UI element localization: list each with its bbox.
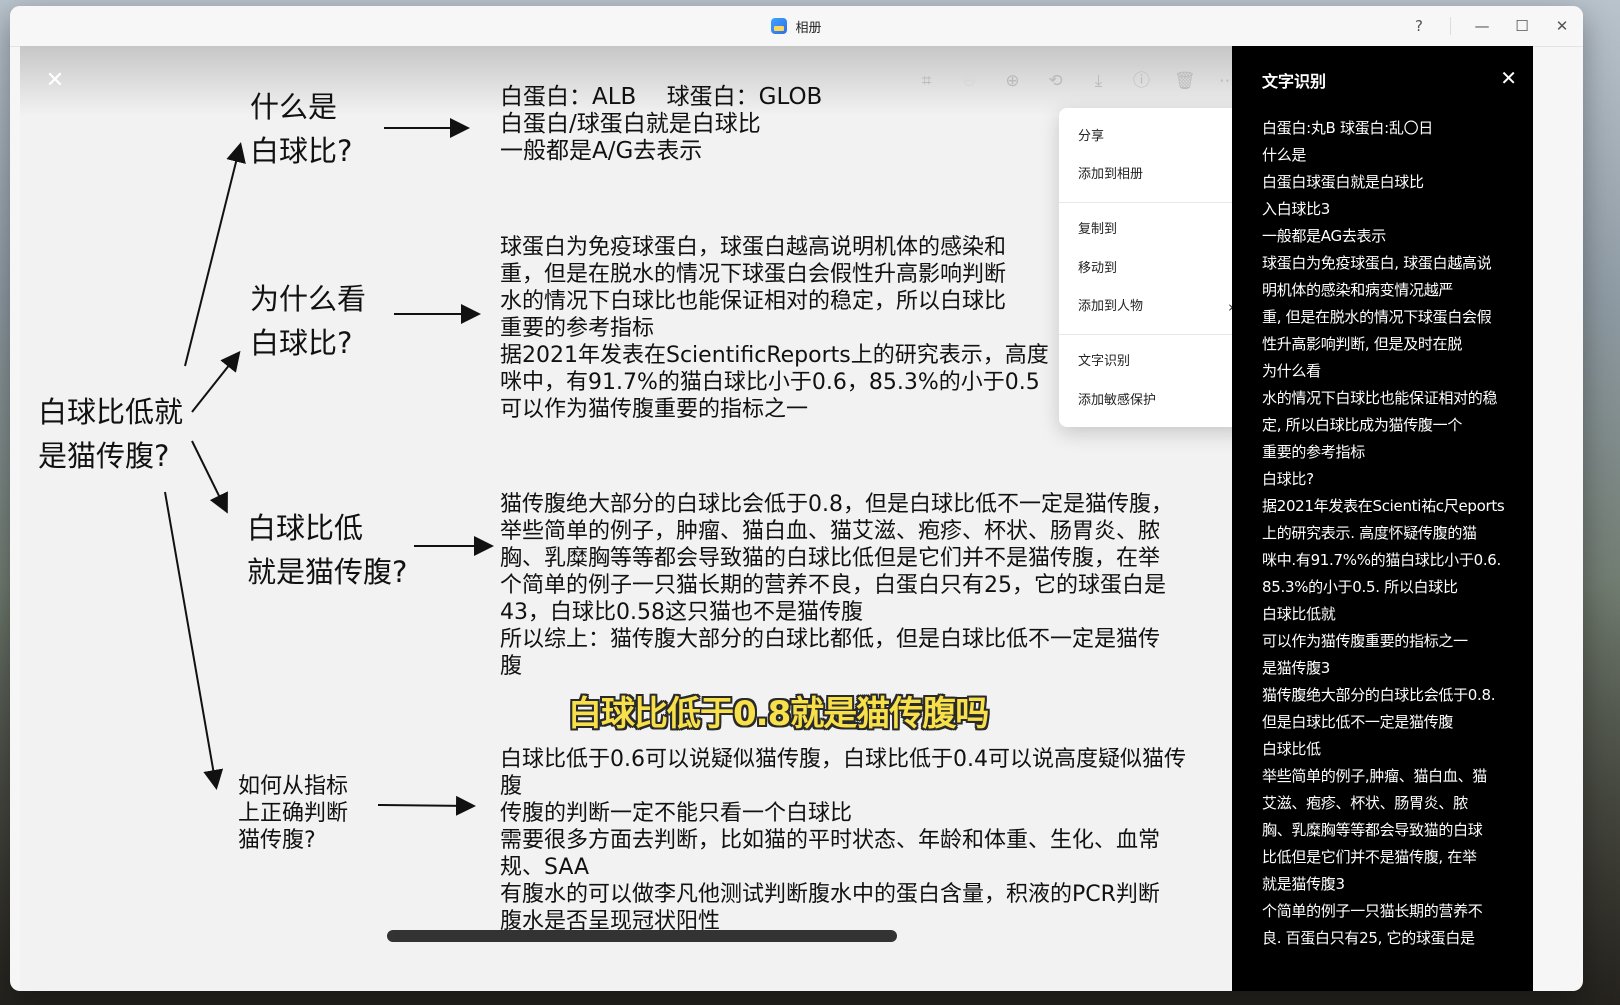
ocr-line: 为什么看	[1262, 362, 1321, 380]
ocr-line: 白蛋白:丸B 球蛋白:乱〇日	[1262, 119, 1433, 137]
ocr-line: 良. 百蛋白只有25, 它的球蛋白是	[1262, 929, 1475, 947]
zoom-in-icon[interactable]: ⊕	[1002, 68, 1023, 94]
title-bar: 相册 ? — ☐ ✕	[10, 6, 1583, 47]
ocr-line: 球蛋白为免疫球蛋白, 球蛋白越高说	[1262, 254, 1492, 272]
horizontal-scrollbar[interactable]	[387, 930, 897, 942]
mindmap-question-3: 白球比低 就是猫传腹?	[247, 511, 408, 589]
ocr-line: 但是白球比低不一定是猫传腹	[1262, 713, 1454, 731]
ocr-line: 白蛋白球蛋白就是白球比	[1262, 173, 1424, 191]
answer-3-text: 猫传腹绝大部分的白球比会低于0.8，但是白球比低不一定是猫传腹， 举些简单的例子…	[500, 492, 1173, 679]
window-controls: ? — ☐ ✕	[1410, 6, 1571, 46]
maximize-button[interactable]: ☐	[1513, 17, 1531, 35]
ocr-line: 可以作为猫传腹重要的指标之一	[1262, 632, 1468, 650]
answer-4-text: 白球比低于0.6可以说疑似猫传腹，白球比低于0.4可以说高度疑似猫传 腹 传腹的…	[500, 747, 1186, 934]
ocr-line: 85.3%的小于0.5. 所以白球比	[1262, 578, 1458, 596]
delete-icon[interactable]: 🗑	[1174, 68, 1196, 94]
menu-item-move-to[interactable]: 移动到	[1059, 250, 1252, 288]
ocr-line: 比低但是它们并不是猫传腹, 在举	[1262, 848, 1477, 866]
window-title: 相册	[795, 20, 822, 36]
close-ocr-panel-button[interactable]: ✕	[1500, 66, 1517, 90]
ocr-line: 白球比低就	[1262, 605, 1336, 623]
ocr-line: 据2021年发表在Scienti祐c尺eports	[1262, 497, 1505, 515]
ocr-line: 上的研究表示. 高度怀疑传腹的猫	[1262, 524, 1477, 542]
menu-item-share[interactable]: 分享	[1059, 118, 1252, 156]
ocr-line: 入白球比3	[1262, 200, 1331, 218]
ocr-line: 举些简单的例子,肿瘤、猫白血、猫	[1262, 767, 1487, 785]
ocr-line: 白球比低	[1262, 740, 1321, 758]
mindmap-question-4: 如何从指标 上正确判断 猫传腹?	[238, 774, 349, 853]
menu-item-add-to-person[interactable]: 添加到人物 ›	[1059, 288, 1252, 326]
ocr-line: 明机体的感染和病变情况越严	[1262, 281, 1454, 299]
ocr-result-text[interactable]: 白蛋白:丸B 球蛋白:乱〇日 什么是白蛋白球蛋白就是白球比 入白球比3 一般都是AG去…	[1262, 115, 1522, 952]
help-button[interactable]: ?	[1410, 17, 1428, 35]
mindmap-root: 白球比低就 是猫传腹?	[38, 395, 184, 473]
menu-item-ocr[interactable]: 文字识别	[1059, 343, 1252, 381]
menu-divider	[1059, 202, 1252, 203]
ocr-line: 艾滋、疱疹、杯状、肠胃炎、脓	[1262, 794, 1468, 812]
minimize-button[interactable]: —	[1473, 17, 1491, 35]
info-icon[interactable]: ⓘ	[1131, 68, 1152, 94]
answer-2-text: 球蛋白为免疫球蛋白，球蛋白越高说明机体的感染和 重，但是在脱水的情况下球蛋白会假…	[500, 235, 1049, 422]
controls-divider	[1450, 17, 1451, 35]
download-icon[interactable]: ⤓	[1088, 68, 1109, 94]
ocr-line: 个简单的例子一只猫长期的营养不	[1262, 902, 1483, 920]
ocr-line: 定, 所以白球比成为猫传腹一个	[1262, 416, 1463, 434]
zoom-out-icon[interactable]: ⊖	[959, 68, 980, 94]
rotate-icon[interactable]: ⟲	[1045, 68, 1066, 94]
ocr-line: 重要的参考指标	[1262, 443, 1365, 461]
ocr-panel: 文字识别 ✕ 白蛋白:丸B 球蛋白:乱〇日 什么是白蛋白球蛋白就是白球比 入白球比3…	[1232, 46, 1533, 991]
close-window-button[interactable]: ✕	[1553, 17, 1571, 35]
scan-icon[interactable]: ⌗	[916, 68, 937, 94]
mindmap-question-2: 为什么看 白球比?	[250, 282, 367, 360]
close-viewer-button[interactable]: ✕	[42, 68, 68, 94]
photos-app-icon	[771, 18, 788, 34]
ocr-line: 什么是	[1262, 146, 1307, 164]
ocr-line: 白球比?	[1262, 470, 1314, 488]
ocr-line: 胸、乳糜胸等等都会导致猫的白球	[1262, 821, 1483, 839]
ocr-line: 就是猫传腹3	[1262, 875, 1345, 893]
menu-item-add-to-album[interactable]: 添加到相册	[1059, 156, 1252, 194]
ocr-line: 一般都是AG去表示	[1262, 227, 1386, 245]
photos-app-window: 相册 ? — ☐ ✕ 白球比低就 是猫传腹? 白球比? 为什么看 白球比? 白球…	[10, 6, 1583, 991]
video-subtitle-caption: 白球比低于0.8就是猫传腹吗	[568, 694, 989, 734]
ocr-panel-title: 文字识别	[1262, 72, 1327, 91]
ocr-line: 性升高影响判断, 但是及时在脱	[1262, 335, 1463, 353]
ocr-line: 猫传腹绝大部分的白球比会低于0.8.	[1262, 686, 1496, 704]
ocr-line: 水的情况下白球比也能保证相对的稳	[1262, 389, 1498, 407]
more-options-menu: 分享 添加到相册 复制到 移动到 添加到人物 › 文字识别 添加敏感保护	[1059, 108, 1252, 427]
ocr-line: 重, 但是在脱水的情况下球蛋白会假	[1262, 308, 1492, 326]
ocr-line: 是猫传腹3	[1262, 659, 1331, 677]
menu-item-sensitive-protection[interactable]: 添加敏感保护	[1059, 382, 1252, 420]
menu-item-copy-to[interactable]: 复制到	[1059, 211, 1252, 249]
viewer-toolbar: ⌗ ⊖ ⊕ ⟲ ⤓ ⓘ 🗑 ⋯	[916, 68, 1238, 94]
ocr-line: 咪中.有91.7%%的猫白球比小于0.6.	[1262, 551, 1501, 569]
menu-divider	[1059, 334, 1252, 335]
